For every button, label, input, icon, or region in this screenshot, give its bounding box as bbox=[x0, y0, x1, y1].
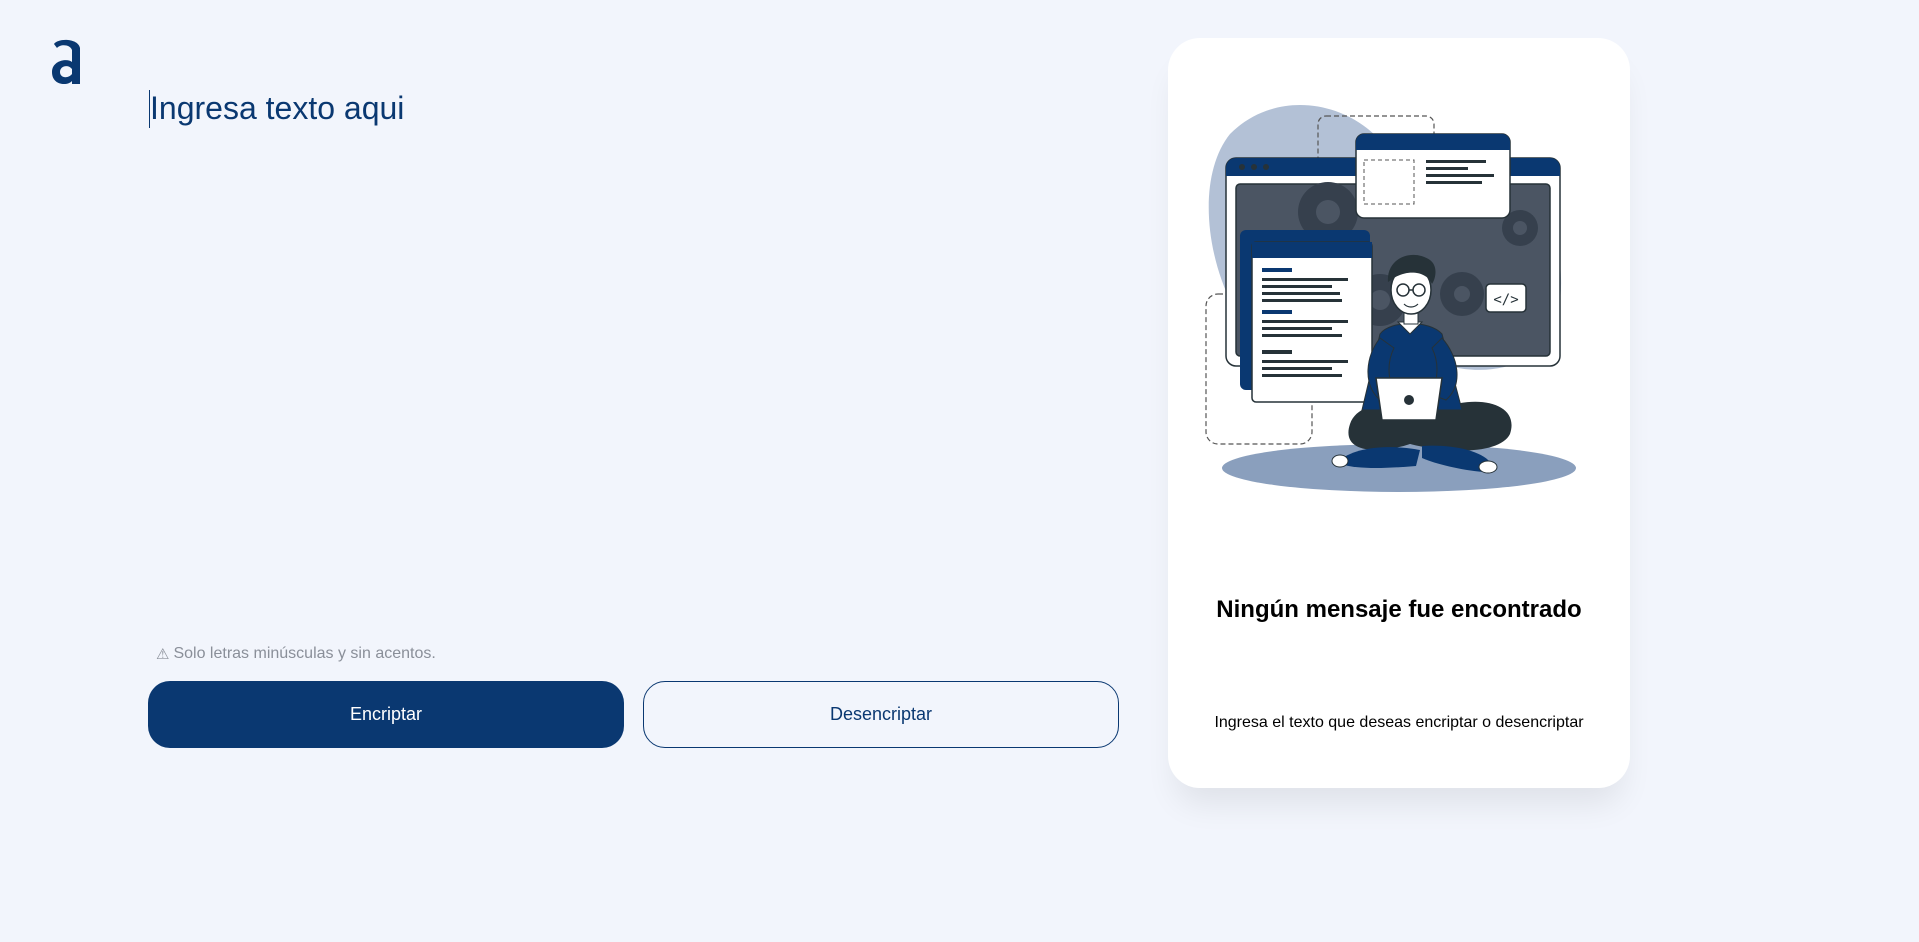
svg-text:</>: </> bbox=[1493, 292, 1518, 308]
input-hint-text: Solo letras minúsculas y sin acentos. bbox=[173, 645, 436, 662]
output-panel: </> Ningún mensaje fue encontrado Ingres… bbox=[1168, 38, 1630, 788]
empty-state-title: Ningún mensaje fue encontrado bbox=[1216, 596, 1582, 623]
text-input[interactable] bbox=[148, 82, 1118, 622]
page: ⚠ Solo letras minúsculas y sin acentos. … bbox=[0, 0, 1919, 942]
text-cursor bbox=[149, 90, 150, 128]
encrypt-button[interactable]: Encriptar bbox=[148, 681, 624, 748]
developer-with-laptop-illustration: </> bbox=[1190, 94, 1608, 494]
input-hint: ⚠ Solo letras minúsculas y sin acentos. bbox=[156, 645, 436, 663]
warning-icon: ⚠ bbox=[156, 646, 170, 663]
alura-logo-icon[interactable] bbox=[48, 36, 86, 88]
decrypt-button[interactable]: Desencriptar bbox=[643, 681, 1119, 748]
empty-state-subtitle: Ingresa el texto que deseas encriptar o … bbox=[1214, 714, 1584, 731]
